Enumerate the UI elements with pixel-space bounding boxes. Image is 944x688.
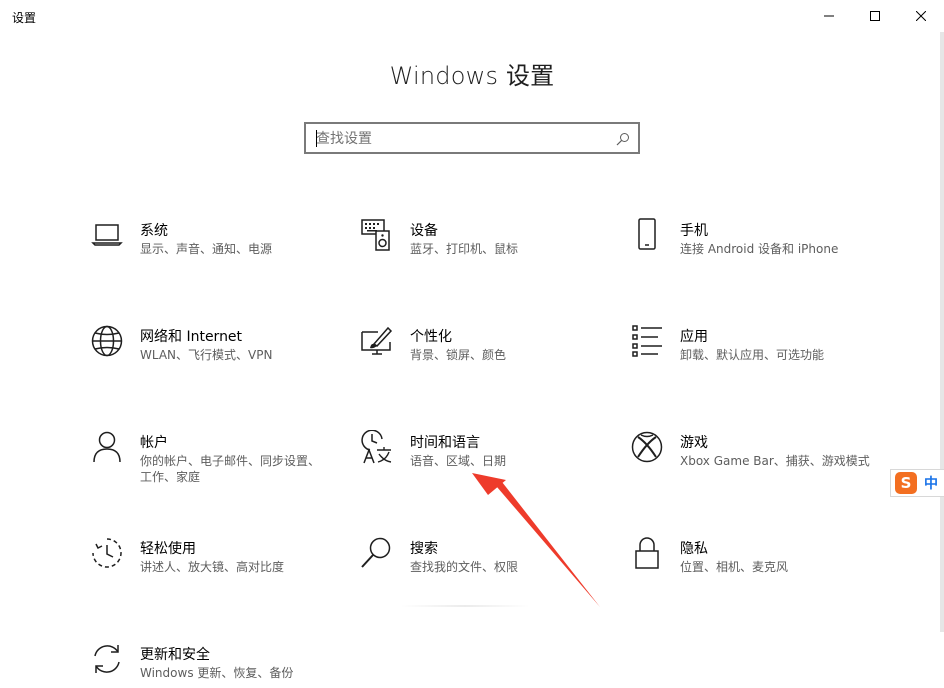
category-accounts[interactable]: 帐户 你的帐户、电子邮件、同步设置、工作、家庭	[90, 430, 340, 502]
category-title: 帐户	[140, 435, 168, 451]
category-title: 手机	[680, 223, 708, 239]
laptop-icon	[90, 218, 124, 256]
category-search[interactable]: 搜索 查找我的文件、权限	[360, 536, 610, 608]
person-icon	[90, 430, 124, 468]
minimize-icon	[824, 15, 834, 17]
magnifier-icon	[360, 536, 394, 574]
sogou-logo-icon: S	[895, 472, 917, 494]
search-input[interactable]	[316, 129, 606, 149]
scrollbar[interactable]	[940, 32, 944, 632]
category-system[interactable]: 系统 显示、声音、通知、电源	[90, 218, 340, 290]
lock-icon	[630, 536, 664, 574]
ease-of-access-icon	[90, 536, 124, 574]
category-title: 轻松使用	[140, 541, 196, 557]
close-icon	[916, 11, 926, 21]
phone-icon	[630, 218, 664, 256]
maximize-icon	[870, 11, 880, 21]
category-desc: 显示、声音、通知、电源	[140, 242, 273, 256]
category-title: 隐私	[680, 541, 708, 557]
category-desc: 你的帐户、电子邮件、同步设置、工作、家庭	[140, 454, 321, 484]
focus-divider	[400, 605, 530, 607]
category-desc: 查找我的文件、权限	[410, 560, 519, 574]
xbox-icon	[630, 430, 664, 468]
paint-monitor-icon	[360, 324, 394, 362]
category-privacy[interactable]: 隐私 位置、相机、麦克风	[630, 536, 880, 608]
category-desc: 位置、相机、麦克风	[680, 560, 789, 574]
category-devices[interactable]: 设备 蓝牙、打印机、鼠标	[360, 218, 610, 290]
globe-icon	[90, 324, 124, 362]
text-caret	[316, 130, 317, 147]
category-apps[interactable]: 应用 卸载、默认应用、可选功能	[630, 324, 880, 396]
category-title: 系统	[140, 223, 168, 239]
category-desc: 卸载、默认应用、可选功能	[680, 348, 825, 362]
time-language-icon	[360, 430, 394, 468]
category-title: 设备	[410, 223, 438, 239]
window-title: 设置	[12, 11, 37, 25]
page-title: Windows 设置	[389, 62, 555, 90]
category-desc: Xbox Game Bar、捕获、游戏模式	[680, 454, 870, 468]
category-time-language[interactable]: 时间和语言 语音、区域、日期	[360, 430, 610, 502]
search-box[interactable]	[304, 122, 640, 154]
app-list-icon	[630, 324, 664, 362]
category-gaming[interactable]: 游戏 Xbox Game Bar、捕获、游戏模式	[630, 430, 880, 502]
category-phone[interactable]: 手机 连接 Android 设备和 iPhone	[630, 218, 880, 290]
category-desc: WLAN、飞行模式、VPN	[140, 348, 273, 362]
category-title: 更新和安全	[140, 647, 210, 663]
minimize-button[interactable]	[806, 0, 852, 32]
category-ease-of-access[interactable]: 轻松使用 讲述人、放大镜、高对比度	[90, 536, 340, 608]
category-title: 网络和 Internet	[140, 329, 243, 345]
category-desc: 连接 Android 设备和 iPhone	[680, 242, 839, 256]
ime-toolbar[interactable]: S 中	[890, 469, 944, 497]
maximize-button[interactable]	[852, 0, 898, 32]
category-desc: 蓝牙、打印机、鼠标	[410, 242, 519, 256]
close-button[interactable]	[898, 0, 944, 32]
category-title: 应用	[680, 329, 708, 345]
category-desc: Windows 更新、恢复、备份	[140, 666, 294, 680]
search-icon[interactable]	[616, 131, 630, 150]
category-desc: 语音、区域、日期	[410, 454, 507, 468]
category-title: 游戏	[680, 435, 708, 451]
category-desc: 背景、锁屏、颜色	[410, 348, 507, 362]
sync-arrows-icon	[90, 642, 124, 680]
category-title: 时间和语言	[410, 435, 480, 451]
category-title: 搜索	[410, 541, 438, 557]
category-personalization[interactable]: 个性化 背景、锁屏、颜色	[360, 324, 610, 396]
keyboard-speaker-icon	[360, 218, 394, 256]
category-update-security[interactable]: 更新和安全 Windows 更新、恢复、备份	[90, 642, 340, 688]
ime-mode[interactable]: 中	[924, 473, 938, 493]
category-title: 个性化	[410, 329, 452, 345]
title-bar: 设置	[0, 0, 944, 32]
category-network[interactable]: 网络和 Internet WLAN、飞行模式、VPN	[90, 324, 340, 396]
category-desc: 讲述人、放大镜、高对比度	[140, 560, 285, 574]
